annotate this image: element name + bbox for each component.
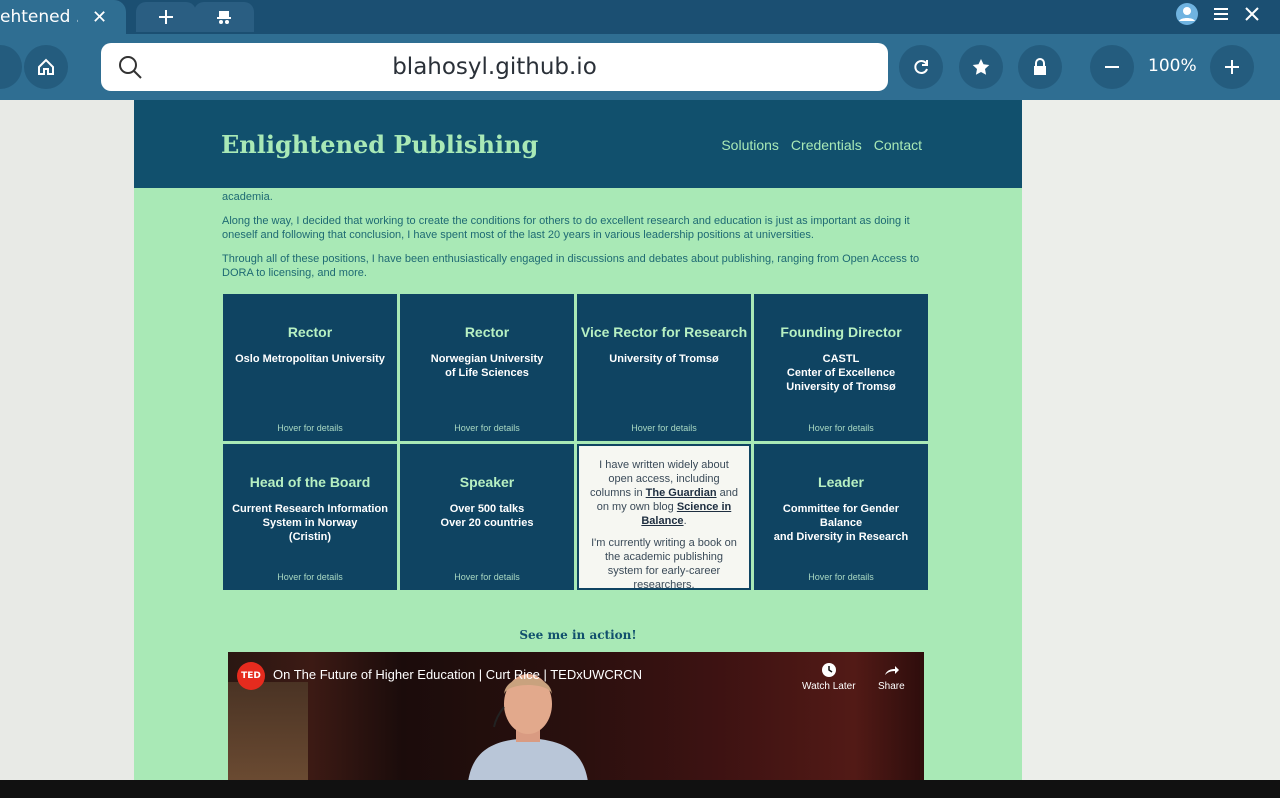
screen-bezel — [0, 780, 1280, 798]
watch-later-label: Watch Later — [802, 681, 856, 692]
stage-prop — [228, 682, 308, 780]
address-bar[interactable]: blahosyl.github.io — [101, 43, 888, 91]
zoom-in-button[interactable] — [1210, 45, 1254, 89]
section-title: See me in action! — [519, 628, 637, 642]
credential-card[interactable]: Rector Norwegian University of Life Scie… — [400, 294, 574, 441]
credentials-grid: Rector Oslo Metropolitan University Hove… — [223, 294, 929, 591]
home-icon — [38, 58, 54, 75]
new-tab-button[interactable] — [136, 2, 196, 32]
card-hover-hint: Hover for details — [454, 572, 520, 582]
card-hover-hint: Hover for details — [808, 423, 874, 433]
star-icon — [972, 59, 990, 75]
site-nav: Solutions Credentials Contact — [721, 137, 922, 153]
active-tab[interactable]: ehtened ... ✕ — [0, 0, 126, 34]
zoom-in-icon — [1225, 60, 1239, 74]
zoom-level: 100% — [1148, 56, 1197, 76]
plus-icon — [159, 10, 173, 24]
card-subtitle: Current Research Information System in N… — [232, 503, 388, 543]
close-window-icon[interactable] — [1244, 6, 1260, 22]
card-hover-hint: Hover for details — [808, 572, 874, 582]
guardian-link[interactable]: The Guardian — [646, 487, 717, 499]
home-button[interactable] — [24, 45, 68, 89]
site-header: Enlightened Publishing Solutions Credent… — [134, 100, 1022, 188]
clock-icon — [821, 663, 836, 677]
card-title: Speaker — [459, 474, 515, 490]
credential-card[interactable]: Head of the Board Current Research Infor… — [223, 444, 397, 590]
card-subtitle: Committee for Gender Balance and Diversi… — [773, 503, 909, 543]
ted-logo: TED — [237, 662, 265, 690]
back-button[interactable] — [0, 45, 22, 89]
card-hover-hint: Hover for details — [454, 423, 520, 433]
credential-card[interactable]: Leader Committee for Gender Balance and … — [754, 444, 928, 590]
card-hover-hint: Hover for details — [277, 423, 343, 433]
card-subtitle: CASTL Center of Excellence University of… — [786, 353, 896, 393]
video-title[interactable]: On The Future of Higher Education | Curt… — [273, 667, 642, 682]
nav-credentials[interactable]: Credentials — [791, 137, 862, 153]
details-text: . — [683, 515, 687, 527]
card-hover-hint: Hover for details — [631, 423, 697, 433]
paragraph: Through all of these positions, I have b… — [222, 253, 920, 279]
website: Enlightened Publishing Solutions Credent… — [134, 100, 1022, 780]
page-background-left — [0, 100, 134, 780]
credential-card[interactable]: Rector Oslo Metropolitan University Hove… — [223, 294, 397, 441]
credential-card-expanded[interactable]: I have written widely about open access,… — [577, 444, 751, 591]
card-title: Rector — [464, 324, 510, 340]
card-hover-hint: Hover for details — [277, 572, 343, 582]
zoom-out-icon — [1105, 66, 1119, 68]
reload-button[interactable] — [899, 45, 943, 89]
card-subtitle: Over 500 talks Over 20 countries — [440, 503, 534, 529]
avatar-icon[interactable] — [1176, 3, 1198, 25]
card-title: Rector — [287, 324, 333, 340]
paragraph: Along the way, I decided that working to… — [222, 215, 910, 241]
card-title: Head of the Board — [249, 474, 371, 490]
url-text: blahosyl.github.io — [392, 54, 597, 80]
page-background-right — [1022, 100, 1280, 780]
paragraph: academia. — [222, 191, 273, 203]
watch-later-button[interactable]: Watch Later — [802, 662, 856, 692]
zoom-out-button[interactable] — [1090, 45, 1134, 89]
nav-solutions[interactable]: Solutions — [721, 137, 779, 153]
card-title: Leader — [818, 474, 864, 490]
card-details: I'm currently writing a book on the acad… — [591, 537, 737, 591]
site-title[interactable]: Enlightened Publishing — [221, 130, 538, 159]
card-subtitle: Oslo Metropolitan University — [235, 353, 385, 365]
close-icon[interactable]: ✕ — [92, 7, 107, 28]
incognito-icon — [217, 11, 231, 24]
bookmark-button[interactable] — [959, 45, 1003, 89]
credential-card[interactable]: Vice Rector for Research University of T… — [577, 294, 751, 441]
card-subtitle: University of Tromsø — [609, 353, 719, 365]
card-title: Vice Rector for Research — [580, 324, 748, 340]
lock-icon — [1034, 58, 1046, 75]
card-title: Founding Director — [780, 324, 902, 340]
card-subtitle: Norwegian University of Life Sciences — [430, 353, 544, 379]
tab-bar: ehtened ... ✕ — [0, 0, 1280, 34]
credential-card[interactable]: Speaker Over 500 talks Over 20 countries… — [400, 444, 574, 590]
toolbar: blahosyl.github.io 100% — [0, 34, 1280, 100]
share-icon — [885, 666, 900, 675]
tab-title: ehtened ... — [0, 7, 78, 27]
share-button[interactable]: Share — [878, 662, 905, 692]
privacy-button[interactable] — [1018, 45, 1062, 89]
credential-card[interactable]: Founding Director CASTL Center of Excell… — [754, 294, 928, 441]
reload-icon — [914, 60, 928, 74]
intro-text: academia. Along the way, I decided that … — [222, 190, 927, 290]
video-embed[interactable]: TED On The Future of Higher Education | … — [228, 652, 924, 780]
card-details: I have written widely about open access,… — [587, 458, 741, 528]
share-label: Share — [878, 681, 905, 692]
menu-icon[interactable] — [1212, 5, 1230, 23]
nav-contact[interactable]: Contact — [874, 137, 922, 153]
private-tab-button[interactable] — [194, 2, 254, 32]
